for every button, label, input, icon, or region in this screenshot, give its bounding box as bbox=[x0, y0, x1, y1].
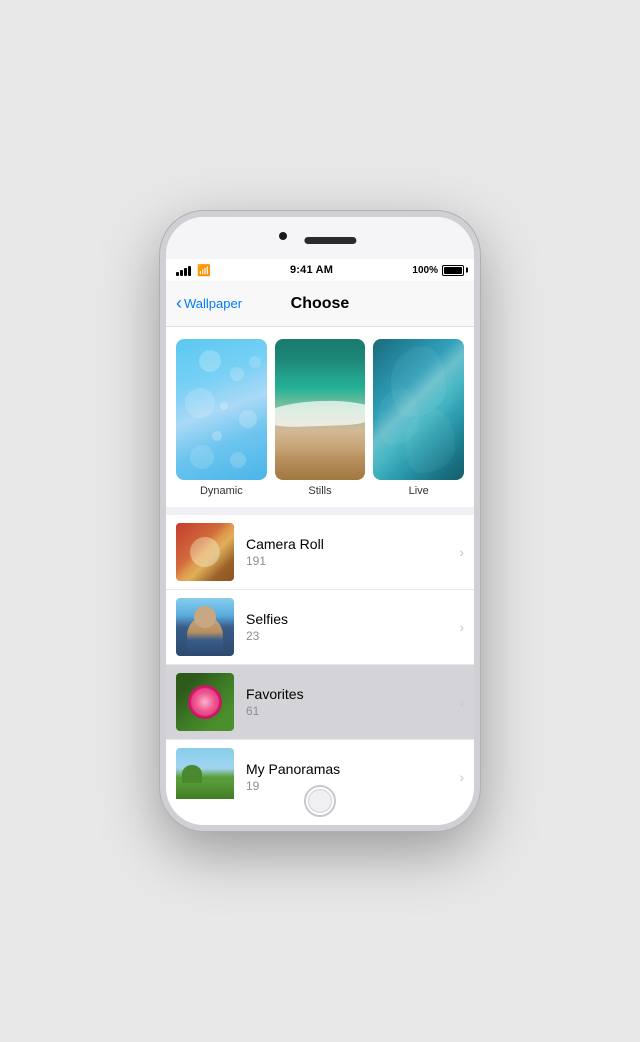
wallpaper-item-stills[interactable]: Stills bbox=[275, 339, 366, 497]
battery-icon bbox=[442, 265, 464, 276]
volume-down-button[interactable] bbox=[160, 399, 163, 443]
status-time: 9:41 AM bbox=[290, 264, 333, 276]
power-button[interactable] bbox=[477, 337, 480, 389]
scroll-content: Dynamic Stills bbox=[166, 327, 474, 799]
wallpaper-grid: Dynamic Stills bbox=[176, 339, 464, 497]
wallpaper-thumb-live bbox=[373, 339, 464, 480]
wallpaper-grid-section: Dynamic Stills bbox=[166, 327, 474, 507]
album-name-panoramas: My Panoramas bbox=[246, 761, 453, 777]
status-right: 100% bbox=[412, 265, 464, 276]
album-thumb-selfies bbox=[176, 598, 234, 656]
album-info-panoramas: My Panoramas 19 bbox=[246, 761, 453, 793]
phone-shell: 📶 9:41 AM 100% ‹ Wallpaper Choose bbox=[160, 211, 480, 831]
mute-button[interactable] bbox=[160, 307, 163, 335]
status-bar: 📶 9:41 AM 100% bbox=[166, 259, 474, 281]
album-info-selfies: Selfies 23 bbox=[246, 611, 453, 643]
volume-up-button[interactable] bbox=[160, 347, 163, 391]
album-name-camera-roll: Camera Roll bbox=[246, 536, 453, 552]
album-item-favorites[interactable]: Favorites 61 › bbox=[166, 665, 474, 740]
album-count-favorites: 61 bbox=[246, 704, 453, 718]
wallpaper-item-live[interactable]: Live bbox=[373, 339, 464, 497]
battery-percent: 100% bbox=[412, 265, 438, 276]
album-thumb-camera-roll bbox=[176, 523, 234, 581]
back-label: Wallpaper bbox=[184, 296, 242, 311]
signal-bar-2 bbox=[180, 270, 183, 276]
nav-bar: ‹ Wallpaper Choose bbox=[166, 281, 474, 327]
chevron-right-icon: › bbox=[459, 619, 464, 635]
album-name-favorites: Favorites bbox=[246, 686, 453, 702]
album-info-favorites: Favorites 61 bbox=[246, 686, 453, 718]
album-list: Camera Roll 191 › Selfi bbox=[166, 515, 474, 799]
album-thumb-panoramas bbox=[176, 748, 234, 799]
back-button[interactable]: ‹ Wallpaper bbox=[176, 295, 242, 312]
wallpaper-label-stills: Stills bbox=[308, 485, 331, 497]
phone-top-area bbox=[166, 217, 474, 259]
album-count-panoramas: 19 bbox=[246, 779, 453, 793]
wifi-icon: 📶 bbox=[197, 264, 211, 277]
signal-bar-1 bbox=[176, 272, 179, 276]
chevron-right-icon: › bbox=[459, 694, 464, 710]
wallpaper-thumb-stills bbox=[275, 339, 366, 480]
chevron-right-icon: › bbox=[459, 769, 464, 785]
signal-bar-3 bbox=[184, 268, 187, 276]
wallpaper-thumb-dynamic bbox=[176, 339, 267, 480]
album-item-selfies[interactable]: Selfies 23 › bbox=[166, 590, 474, 665]
back-chevron-icon: ‹ bbox=[176, 294, 182, 312]
album-count-camera-roll: 191 bbox=[246, 554, 453, 568]
wallpaper-label-live: Live bbox=[409, 485, 429, 497]
wallpaper-item-dynamic[interactable]: Dynamic bbox=[176, 339, 267, 497]
screen: 📶 9:41 AM 100% ‹ Wallpaper Choose bbox=[166, 259, 474, 825]
signal-bars bbox=[176, 264, 191, 276]
album-item-camera-roll[interactable]: Camera Roll 191 › bbox=[166, 515, 474, 590]
status-left: 📶 bbox=[176, 264, 211, 277]
album-info-camera-roll: Camera Roll 191 bbox=[246, 536, 453, 568]
chevron-right-icon: › bbox=[459, 544, 464, 560]
album-name-selfies: Selfies bbox=[246, 611, 453, 627]
wallpaper-label-dynamic: Dynamic bbox=[200, 485, 243, 497]
signal-bar-4 bbox=[188, 266, 191, 276]
album-thumb-favorites bbox=[176, 673, 234, 731]
speaker-grille bbox=[304, 237, 356, 244]
home-button[interactable] bbox=[304, 785, 336, 817]
page-title: Choose bbox=[291, 295, 350, 313]
front-camera bbox=[279, 232, 287, 240]
album-count-selfies: 23 bbox=[246, 629, 453, 643]
